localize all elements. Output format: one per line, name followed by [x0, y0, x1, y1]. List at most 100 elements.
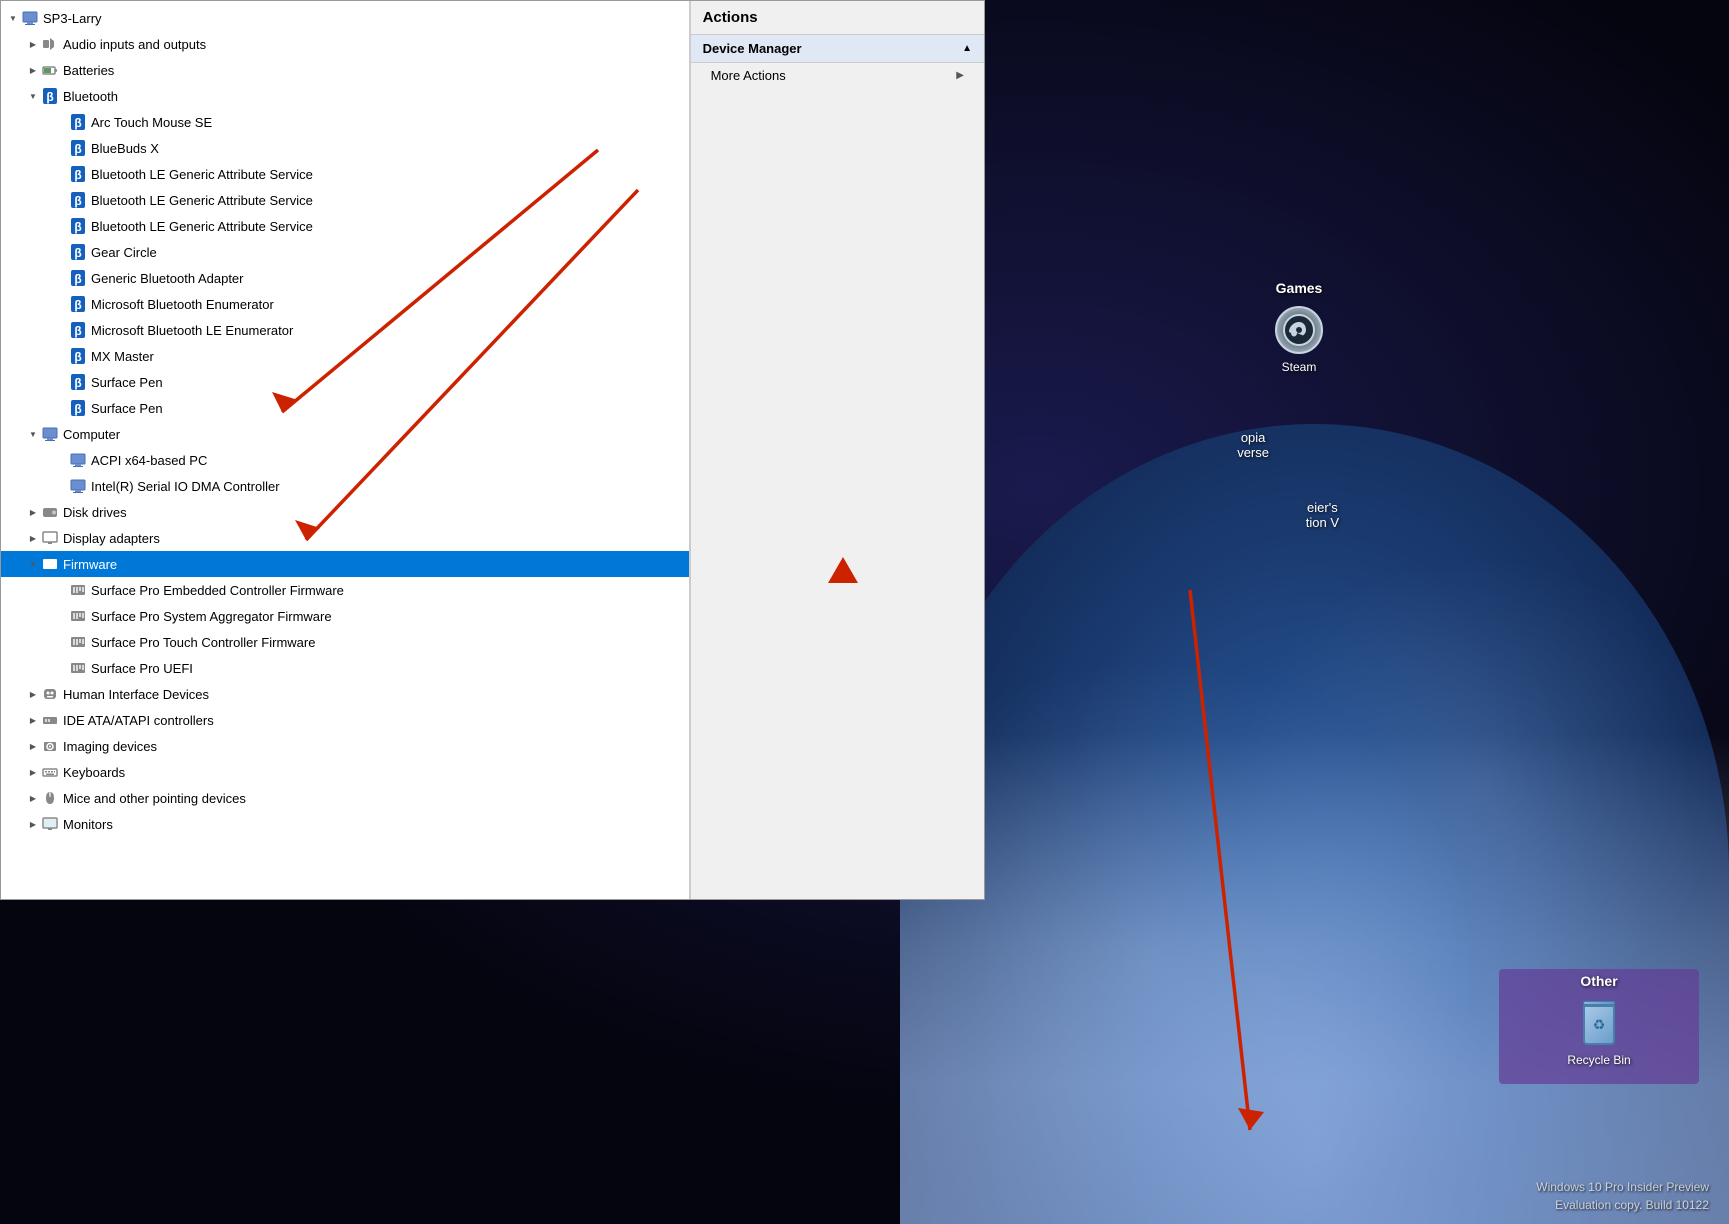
expand-icon-none	[53, 582, 69, 598]
item-label-bt-le2: Bluetooth LE Generic Attribute Service	[91, 193, 313, 208]
partial-icon-group: opia verse	[1237, 430, 1269, 460]
expand-icon: ▶	[25, 62, 41, 78]
expand-icon-root: ▼	[5, 10, 21, 26]
svg-text:β: β	[74, 168, 81, 182]
item-label-bt-gear: Gear Circle	[91, 245, 157, 260]
item-icon-bt-gear: β	[69, 243, 87, 261]
tree-item-bt-msenum[interactable]: β Microsoft Bluetooth Enumerator	[1, 291, 689, 317]
svg-text:β: β	[74, 324, 81, 338]
item-label-display: Display adapters	[63, 531, 160, 546]
tree-item-bt-pen1[interactable]: β Surface Pen	[1, 369, 689, 395]
item-icon-comp-acpi	[69, 451, 87, 469]
tree-root[interactable]: ▼ SP3-Larry	[1, 5, 689, 31]
tree-item-display[interactable]: ▶ Display adapters	[1, 525, 689, 551]
svg-text:β: β	[74, 116, 81, 130]
svg-text:β: β	[74, 220, 81, 234]
tree-item-bt-bluebuds[interactable]: β BlueBuds X	[1, 135, 689, 161]
item-label-diskdrives: Disk drives	[63, 505, 127, 520]
tree-item-audio[interactable]: ▶ Audio inputs and outputs	[1, 31, 689, 57]
partial-label-1: opia	[1237, 430, 1269, 445]
tree-item-comp-intel[interactable]: Intel(R) Serial IO DMA Controller	[1, 473, 689, 499]
tree-item-bt-pen2[interactable]: β Surface Pen	[1, 395, 689, 421]
tree-item-bt-generic[interactable]: β Generic Bluetooth Adapter	[1, 265, 689, 291]
expand-icon-none	[53, 452, 69, 468]
tree-item-bt-le1[interactable]: β Bluetooth LE Generic Attribute Service	[1, 161, 689, 187]
more-actions-item[interactable]: More Actions ▶	[691, 63, 984, 88]
tree-item-bt-msleenum[interactable]: β Microsoft Bluetooth LE Enumerator	[1, 317, 689, 343]
item-icon-fw-uefi	[69, 659, 87, 677]
item-icon-mice	[41, 789, 59, 807]
item-icon-bluetooth: β	[41, 87, 59, 105]
tree-item-diskdrives[interactable]: ▶ Disk drives	[1, 499, 689, 525]
steam-icon-item[interactable]: Steam	[1259, 306, 1339, 376]
bin-body: ♻	[1583, 1005, 1615, 1045]
expand-icon: ▶	[25, 530, 41, 546]
partial-icon-group-2: eier's tion V	[1306, 500, 1339, 530]
tree-item-hid[interactable]: ▶ Human Interface Devices	[1, 681, 689, 707]
tree-item-fw-sysagg[interactable]: Surface Pro System Aggregator Firmware	[1, 603, 689, 629]
item-label-bt-le3: Bluetooth LE Generic Attribute Service	[91, 219, 313, 234]
tree-item-comp-acpi[interactable]: ACPI x64-based PC	[1, 447, 689, 473]
item-label-comp-acpi: ACPI x64-based PC	[91, 453, 207, 468]
item-label-mice: Mice and other pointing devices	[63, 791, 246, 806]
expand-icon: ▶	[25, 738, 41, 754]
tree-item-bt-le2[interactable]: β Bluetooth LE Generic Attribute Service	[1, 187, 689, 213]
tree-item-bluetooth[interactable]: ▼ β Bluetooth	[1, 83, 689, 109]
tree-item-fw-touch[interactable]: Surface Pro Touch Controller Firmware	[1, 629, 689, 655]
item-icon-fw-embedded	[69, 581, 87, 599]
svg-text:β: β	[74, 272, 81, 286]
svg-text:β: β	[74, 376, 81, 390]
expand-icon-none	[53, 166, 69, 182]
tree-item-monitors[interactable]: ▶ Monitors	[1, 811, 689, 837]
expand-icon-none	[53, 634, 69, 650]
device-manager-section-header[interactable]: Device Manager ▲	[691, 35, 984, 63]
tree-item-keyboards[interactable]: ▶ Keyboards	[1, 759, 689, 785]
svg-text:β: β	[46, 90, 53, 104]
expand-icon-none	[53, 114, 69, 130]
item-icon-fw-sysagg	[69, 607, 87, 625]
tree-item-bt-le3[interactable]: β Bluetooth LE Generic Attribute Service	[1, 213, 689, 239]
chevron-up-icon: ▲	[962, 43, 972, 54]
item-icon-bt-le3: β	[69, 217, 87, 235]
tree-item-bt-mxmaster[interactable]: β MX Master	[1, 343, 689, 369]
expand-icon: ▼	[25, 88, 41, 104]
root-icon	[21, 9, 39, 27]
item-icon-bt-msleenum: β	[69, 321, 87, 339]
expand-icon: ▶	[25, 36, 41, 52]
svg-text:β: β	[74, 194, 81, 208]
tree-item-fw-uefi[interactable]: Surface Pro UEFI	[1, 655, 689, 681]
tree-item-computer[interactable]: ▼ Computer	[1, 421, 689, 447]
tree-item-fw-embedded[interactable]: Surface Pro Embedded Controller Firmware	[1, 577, 689, 603]
item-icon-ideata	[41, 711, 59, 729]
actions-section: Device Manager ▲ More Actions ▶	[691, 35, 984, 88]
expand-icon-none	[53, 348, 69, 364]
expand-icon-none	[53, 322, 69, 338]
watermark-area: Windows 10 Pro Insider Preview Evaluatio…	[970, 1168, 1729, 1224]
tree-item-firmware[interactable]: ▼ Firmware	[1, 551, 689, 577]
item-icon-bt-msenum: β	[69, 295, 87, 313]
item-icon-hid	[41, 685, 59, 703]
svg-text:β: β	[74, 298, 81, 312]
other-group: Other ♻ Recycle Bin	[1499, 969, 1699, 1084]
item-label-fw-uefi: Surface Pro UEFI	[91, 661, 193, 676]
clouds-visual	[900, 524, 1729, 1224]
tree-item-imaging[interactable]: ▶ Imaging devices	[1, 733, 689, 759]
item-label-bt-generic: Generic Bluetooth Adapter	[91, 271, 244, 286]
tree-content[interactable]: ▼ SP3-Larry ▶ Audio inputs and outputs ▶…	[1, 1, 689, 899]
actions-panel: Actions Device Manager ▲ More Actions ▶	[690, 1, 984, 899]
device-tree-panel: ▼ SP3-Larry ▶ Audio inputs and outputs ▶…	[1, 1, 690, 899]
tree-item-bt-arc[interactable]: β Arc Touch Mouse SE	[1, 109, 689, 135]
tree-item-ideata[interactable]: ▶ IDE ATA/ATAPI controllers	[1, 707, 689, 733]
item-label-fw-embedded: Surface Pro Embedded Controller Firmware	[91, 583, 344, 598]
item-icon-batteries	[41, 61, 59, 79]
item-label-fw-sysagg: Surface Pro System Aggregator Firmware	[91, 609, 332, 624]
item-icon-comp-intel	[69, 477, 87, 495]
item-label-bluetooth: Bluetooth	[63, 89, 118, 104]
tree-item-batteries[interactable]: ▶ Batteries	[1, 57, 689, 83]
expand-icon-none	[53, 218, 69, 234]
recycle-label: Recycle Bin	[1567, 1053, 1630, 1069]
recycle-bin-icon-item[interactable]: ♻ Recycle Bin	[1559, 999, 1639, 1069]
tree-item-mice[interactable]: ▶ Mice and other pointing devices	[1, 785, 689, 811]
tree-item-bt-gear[interactable]: β Gear Circle	[1, 239, 689, 265]
item-icon-monitors	[41, 815, 59, 833]
